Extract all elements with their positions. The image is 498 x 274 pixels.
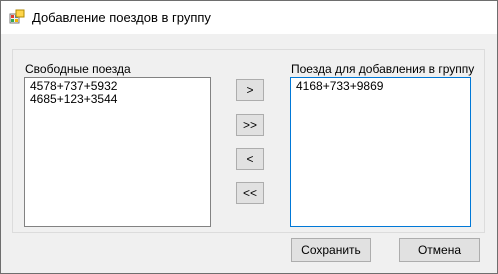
save-button[interactable]: Сохранить <box>291 238 371 262</box>
cancel-button[interactable]: Отмена <box>399 238 480 262</box>
list-item[interactable]: 4168+733+9869 <box>296 80 465 93</box>
move-left-button[interactable]: < <box>236 148 264 170</box>
selected-trains-label: Поезда для добавления в группу <box>291 62 475 76</box>
app-icon <box>9 9 25 24</box>
available-trains-label: Свободные поезда <box>25 62 131 76</box>
move-all-right-button[interactable]: >> <box>236 114 264 136</box>
available-trains-list[interactable]: 4578+737+5932 4685+123+3544 <box>24 77 211 227</box>
move-all-left-button[interactable]: << <box>236 182 264 204</box>
move-right-button[interactable]: > <box>236 79 264 101</box>
window-title: Добавление поездов в группу <box>32 10 211 25</box>
dialog-window: Добавление поездов в группу Свободные по… <box>0 0 498 274</box>
title-bar: Добавление поездов в группу <box>1 1 497 34</box>
list-item[interactable]: 4685+123+3544 <box>30 93 205 106</box>
selected-trains-list[interactable]: 4168+733+9869 <box>290 77 471 227</box>
